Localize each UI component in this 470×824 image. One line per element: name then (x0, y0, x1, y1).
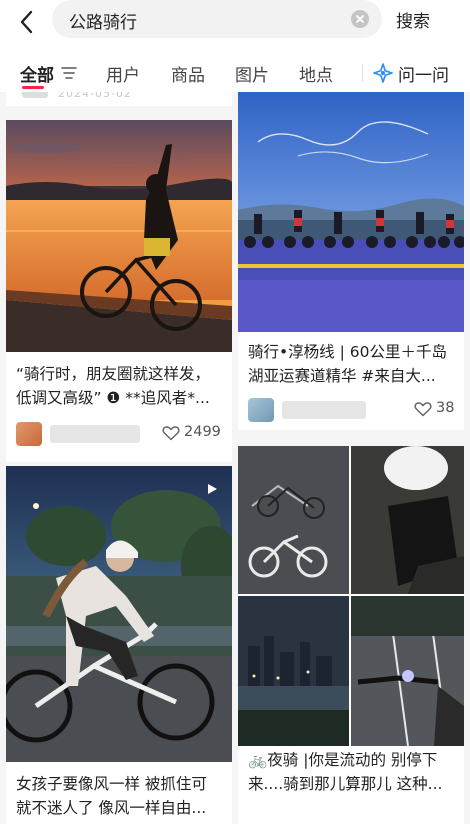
card-title: 🚲夜骑 |你是流动的 别停下 来....骑到那儿算那儿 这种... (248, 748, 456, 796)
card-title: “骑行时，朋友圈就这样发， 低调又高级” ❶ **追风者*... (16, 362, 224, 410)
previous-card-date-strip: 2024-05-02 (6, 92, 232, 106)
search-button[interactable]: 搜索 (396, 7, 430, 32)
card-photo (238, 446, 464, 746)
card-meta: 2499 (16, 422, 224, 446)
card-photo (6, 466, 232, 762)
tab-places[interactable]: 地点 (299, 61, 333, 86)
author-name[interactable] (50, 425, 140, 443)
video-play-icon[interactable] (205, 482, 219, 496)
heart-icon[interactable] (162, 425, 180, 441)
clear-icon[interactable] (351, 10, 369, 28)
avatar[interactable] (248, 398, 274, 422)
tab-all[interactable]: 全部 (20, 61, 54, 86)
filter-icon[interactable] (61, 66, 77, 80)
card-meta: 38 (248, 398, 456, 422)
tab-users[interactable]: 用户 (106, 61, 140, 86)
card-photo (6, 120, 232, 352)
card-title-line: 骑行•淳杨线 | 60公里＋千岛 (248, 343, 447, 361)
card-title-line: 🚲夜骑 |你是流动的 别停下 (248, 751, 438, 769)
avatar-partial (22, 92, 48, 98)
search-query: 公路骑行 (69, 13, 137, 33)
author-name[interactable] (282, 401, 366, 419)
results-feed: 2024-05-02 “骑行时，朋友圈就这样发， 低调又高级” ❶ **追风者*… (0, 92, 470, 824)
sparkle-icon[interactable] (373, 63, 393, 83)
back-arrow-icon[interactable] (14, 9, 40, 35)
card-title-line: 低调又高级” ❶ **追风者*... (16, 389, 210, 407)
like-count: 38 (436, 400, 455, 416)
card-title-line: 来....骑到那儿算那儿 这种... (248, 775, 443, 793)
result-card[interactable]: 女孩子要像风一样 被抓住可 就不迷人了 像风一样自由... (6, 466, 232, 824)
result-card[interactable]: 🚲夜骑 |你是流动的 别停下 来....骑到那儿算那儿 这种... (238, 446, 464, 824)
result-card[interactable]: “骑行时，朋友圈就这样发， 低调又高级” ❶ **追风者*... 2499 (6, 120, 232, 462)
tab-divider (362, 64, 363, 82)
previous-card-date: 2024-05-02 (58, 92, 132, 100)
top-bar: 公路骑行 搜索 (0, 0, 470, 44)
card-title: 女孩子要像风一样 被抓住可 就不迷人了 像风一样自由... (16, 772, 224, 820)
tab-products[interactable]: 商品 (171, 61, 205, 86)
card-photo (238, 92, 464, 332)
card-title-line: 湖亚运赛道精华 #来自大... (248, 367, 436, 385)
heart-icon[interactable] (414, 401, 432, 417)
tab-ask[interactable]: 问一问 (398, 61, 449, 86)
active-tab-indicator (22, 86, 44, 89)
avatar[interactable] (16, 422, 42, 446)
card-title-line: “骑行时，朋友圈就这样发， (16, 365, 211, 383)
tab-bar: 全部 用户 商品 图片 地点 问一问 (0, 44, 470, 92)
card-title: 骑行•淳杨线 | 60公里＋千岛 湖亚运赛道精华 #来自大... (248, 340, 456, 388)
search-input[interactable]: 公路骑行 (52, 0, 382, 38)
result-card[interactable]: 骑行•淳杨线 | 60公里＋千岛 湖亚运赛道精华 #来自大... 38 (238, 92, 464, 430)
card-title-line: 女孩子要像风一样 被抓住可 (16, 775, 207, 793)
like-count: 2499 (184, 424, 221, 440)
tab-images[interactable]: 图片 (235, 61, 269, 86)
card-title-line: 就不迷人了 像风一样自由... (16, 799, 207, 817)
